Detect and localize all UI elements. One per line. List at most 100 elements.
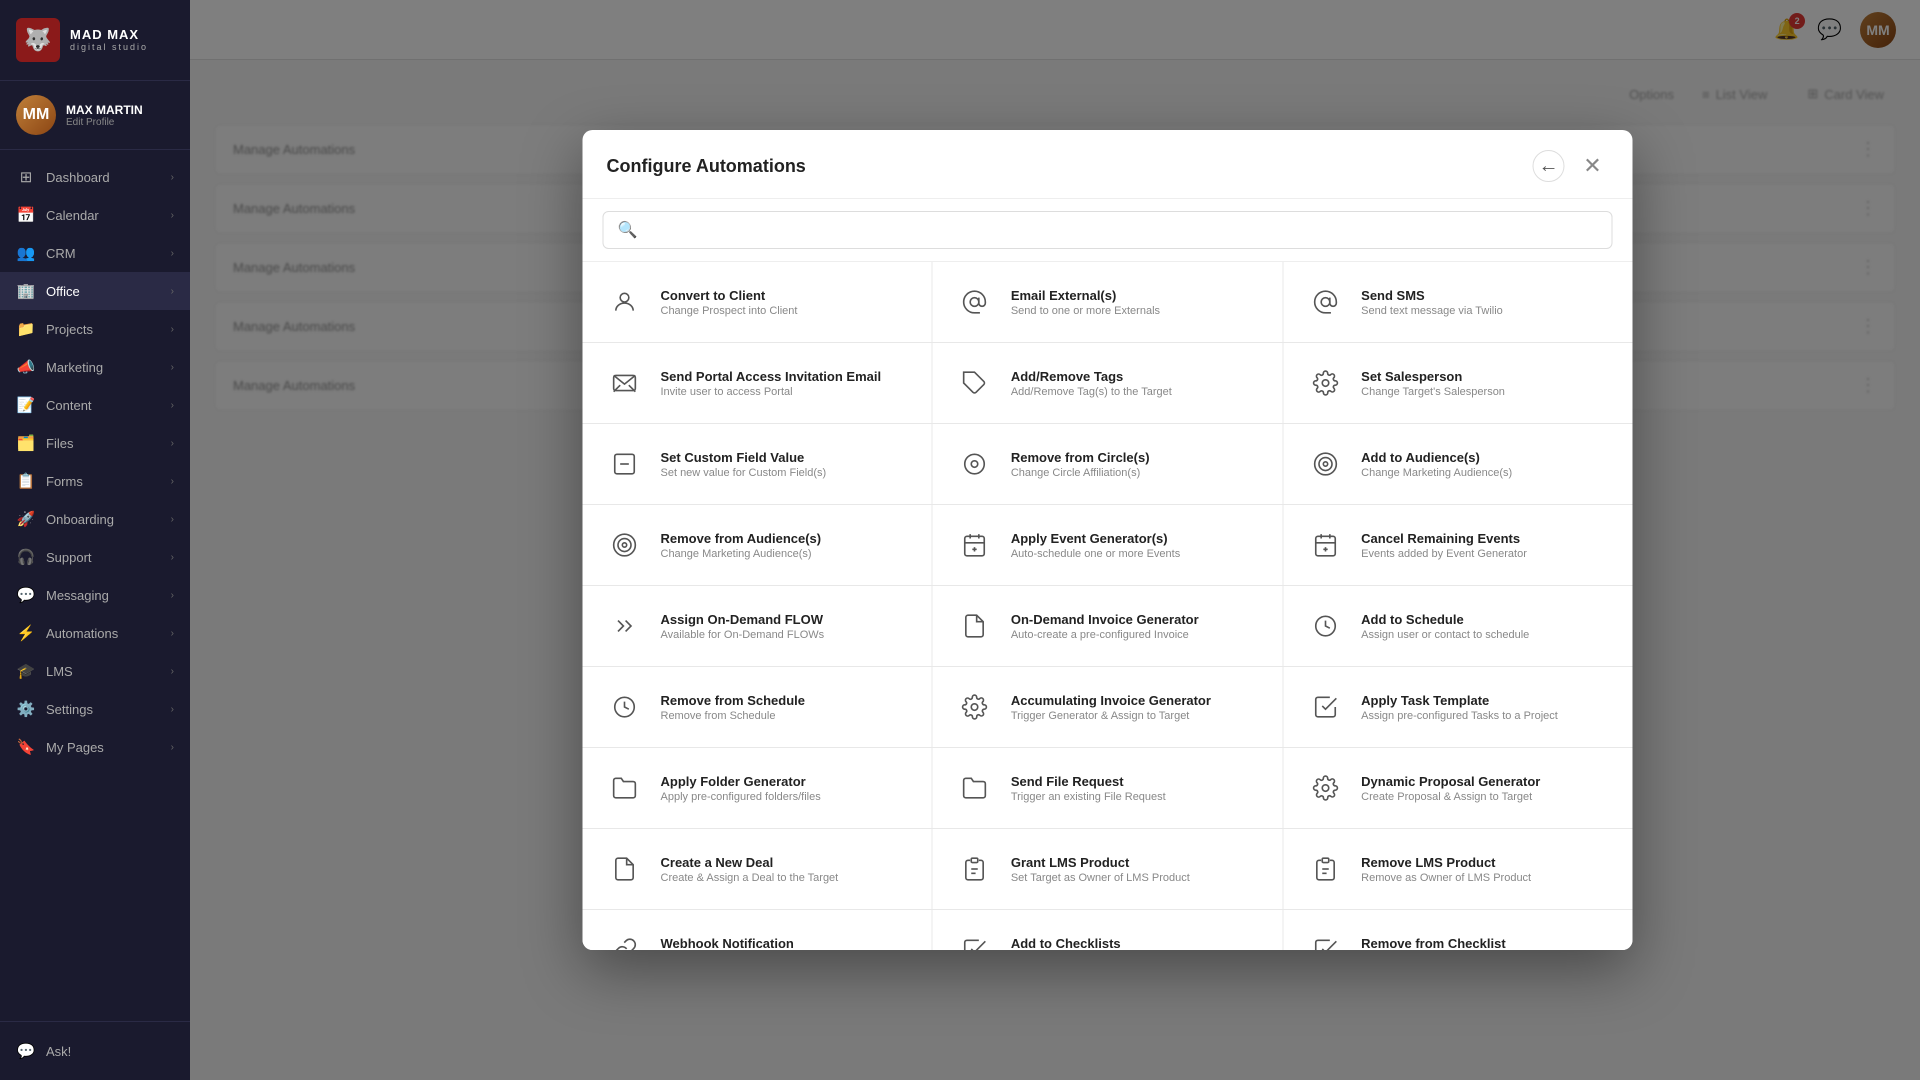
- sidebar-item-crm[interactable]: 👥 CRM ›: [0, 234, 190, 272]
- messaging-icon: 💬: [16, 586, 36, 604]
- sidebar-item-office[interactable]: 🏢 Office ›: [0, 272, 190, 310]
- sidebar-item-lms[interactable]: 🎓 LMS ›: [0, 652, 190, 690]
- content-icon: 📝: [16, 396, 36, 414]
- sidebar-item-support[interactable]: 🎧 Support ›: [0, 538, 190, 576]
- send-file-request-title: Send File Request: [1011, 774, 1166, 789]
- remove-from-circle-text: Remove from Circle(s) Change Circle Affi…: [1011, 450, 1150, 479]
- automation-option-accumulating-invoice-generator[interactable]: Accumulating Invoice Generator Trigger G…: [933, 667, 1282, 747]
- main-content: 🔔 2 💬 MM Options ≡ List View ⊞ Card View…: [190, 0, 1920, 1080]
- add-to-checklists-text: Add to Checklists Assign Target to Check…: [1011, 936, 1137, 951]
- sidebar-ask[interactable]: 💬 Ask!: [16, 1034, 174, 1068]
- user-info: MAX MARTIN Edit Profile: [66, 103, 143, 128]
- automation-option-remove-from-schedule[interactable]: Remove from Schedule Remove from Schedul…: [583, 667, 932, 747]
- sidebar-nav: ⊞ Dashboard › 📅 Calendar › 👥 CRM › 🏢 Off…: [0, 150, 190, 1021]
- sidebar-label-automations: Automations: [46, 626, 118, 641]
- sidebar-item-automations[interactable]: ⚡ Automations ›: [0, 614, 190, 652]
- crm-icon: 👥: [16, 244, 36, 262]
- sidebar-item-calendar[interactable]: 📅 Calendar ›: [0, 196, 190, 234]
- automation-option-add-to-checklists[interactable]: Add to Checklists Assign Target to Check…: [933, 910, 1282, 950]
- close-button[interactable]: ✕: [1577, 150, 1609, 182]
- send-sms-text: Send SMS Send text message via Twilio: [1361, 288, 1503, 317]
- modal-overlay: Configure Automations ← ✕ 🔍 Convert to C…: [190, 0, 1920, 1080]
- apply-folder-generator-desc: Apply pre-configured folders/files: [661, 791, 821, 803]
- remove-from-circle-desc: Change Circle Affiliation(s): [1011, 467, 1150, 479]
- automation-option-set-salesperson[interactable]: Set Salesperson Change Target's Salesper…: [1283, 343, 1632, 423]
- remove-from-checklist-text: Remove from Checklist Remove Target from…: [1361, 936, 1508, 951]
- remove-lms-product-icon: [1303, 847, 1347, 891]
- user-name: MAX MARTIN: [66, 103, 143, 117]
- assign-on-demand-flow-text: Assign On-Demand FLOW Available for On-D…: [661, 612, 825, 641]
- back-button[interactable]: ←: [1533, 150, 1565, 182]
- accumulating-invoice-generator-text: Accumulating Invoice Generator Trigger G…: [1011, 693, 1211, 722]
- automation-option-add-remove-tags[interactable]: Add/Remove Tags Add/Remove Tag(s) to the…: [933, 343, 1282, 423]
- sidebar-item-dashboard[interactable]: ⊞ Dashboard ›: [0, 158, 190, 196]
- send-sms-icon: [1303, 280, 1347, 324]
- create-new-deal-icon: [603, 847, 647, 891]
- automation-option-assign-on-demand-flow[interactable]: Assign On-Demand FLOW Available for On-D…: [583, 586, 932, 666]
- set-salesperson-text: Set Salesperson Change Target's Salesper…: [1361, 369, 1505, 398]
- ask-icon: 💬: [16, 1042, 36, 1060]
- add-remove-tags-title: Add/Remove Tags: [1011, 369, 1172, 384]
- add-to-audiences-desc: Change Marketing Audience(s): [1361, 467, 1512, 479]
- chevron-calendar-icon: ›: [171, 210, 174, 221]
- cancel-remaining-events-title: Cancel Remaining Events: [1361, 531, 1527, 546]
- apply-folder-generator-title: Apply Folder Generator: [661, 774, 821, 789]
- automation-option-remove-lms-product[interactable]: Remove LMS Product Remove as Owner of LM…: [1283, 829, 1632, 909]
- chevron-projects-icon: ›: [171, 324, 174, 335]
- sidebar-item-settings[interactable]: ⚙️ Settings ›: [0, 690, 190, 728]
- automation-option-remove-from-circle[interactable]: Remove from Circle(s) Change Circle Affi…: [933, 424, 1282, 504]
- dynamic-proposal-generator-desc: Create Proposal & Assign to Target: [1361, 791, 1540, 803]
- remove-from-checklist-icon: [1303, 928, 1347, 950]
- chevron-lms-icon: ›: [171, 666, 174, 677]
- automation-option-apply-event-generator[interactable]: Apply Event Generator(s) Auto-schedule o…: [933, 505, 1282, 585]
- sidebar-label-support: Support: [46, 550, 92, 565]
- chevron-messaging-icon: ›: [171, 590, 174, 601]
- remove-from-checklist-title: Remove from Checklist: [1361, 936, 1508, 951]
- automation-option-send-file-request[interactable]: Send File Request Trigger an existing Fi…: [933, 748, 1282, 828]
- sidebar-item-mypages[interactable]: 🔖 My Pages ›: [0, 728, 190, 766]
- search-wrap: 🔍: [603, 211, 1613, 249]
- set-custom-field-text: Set Custom Field Value Set new value for…: [661, 450, 827, 479]
- edit-profile-link[interactable]: Edit Profile: [66, 117, 143, 128]
- automation-option-send-portal-access[interactable]: Send Portal Access Invitation Email Invi…: [583, 343, 932, 423]
- create-new-deal-desc: Create & Assign a Deal to the Target: [661, 872, 839, 884]
- remove-from-audiences-desc: Change Marketing Audience(s): [661, 548, 822, 560]
- automation-option-apply-task-template[interactable]: Apply Task Template Assign pre-configure…: [1283, 667, 1632, 747]
- chevron-dashboard-icon: ›: [171, 172, 174, 183]
- automation-option-remove-from-audiences[interactable]: Remove from Audience(s) Change Marketing…: [583, 505, 932, 585]
- automation-option-dynamic-proposal-generator[interactable]: Dynamic Proposal Generator Create Propos…: [1283, 748, 1632, 828]
- automation-option-set-custom-field[interactable]: Set Custom Field Value Set new value for…: [583, 424, 932, 504]
- sidebar-item-projects[interactable]: 📁 Projects ›: [0, 310, 190, 348]
- automation-option-webhook-notification[interactable]: Webhook Notification Fire a webhook to y…: [583, 910, 932, 950]
- set-salesperson-desc: Change Target's Salesperson: [1361, 386, 1505, 398]
- create-new-deal-title: Create a New Deal: [661, 855, 839, 870]
- automations-icon: ⚡: [16, 624, 36, 642]
- logo-text: MAD MAX digital studio: [70, 27, 148, 53]
- automation-option-apply-folder-generator[interactable]: Apply Folder Generator Apply pre-configu…: [583, 748, 932, 828]
- automation-option-on-demand-invoice-generator[interactable]: On-Demand Invoice Generator Auto-create …: [933, 586, 1282, 666]
- remove-from-schedule-icon: [603, 685, 647, 729]
- sidebar-item-messaging[interactable]: 💬 Messaging ›: [0, 576, 190, 614]
- automation-option-grant-lms-product[interactable]: Grant LMS Product Set Target as Owner of…: [933, 829, 1282, 909]
- automation-option-convert-to-client[interactable]: Convert to Client Change Prospect into C…: [583, 262, 932, 342]
- sidebar-item-onboarding[interactable]: 🚀 Onboarding ›: [0, 500, 190, 538]
- set-salesperson-icon: [1303, 361, 1347, 405]
- sidebar-item-content[interactable]: 📝 Content ›: [0, 386, 190, 424]
- remove-from-circle-title: Remove from Circle(s): [1011, 450, 1150, 465]
- send-sms-title: Send SMS: [1361, 288, 1503, 303]
- sidebar-item-marketing[interactable]: 📣 Marketing ›: [0, 348, 190, 386]
- automation-option-add-to-audiences[interactable]: Add to Audience(s) Change Marketing Audi…: [1283, 424, 1632, 504]
- sidebar-item-forms[interactable]: 📋 Forms ›: [0, 462, 190, 500]
- grant-lms-product-icon: [953, 847, 997, 891]
- automation-option-send-sms[interactable]: Send SMS Send text message via Twilio: [1283, 262, 1632, 342]
- automation-option-email-externals[interactable]: Email External(s) Send to one or more Ex…: [933, 262, 1282, 342]
- search-input[interactable]: [647, 222, 1597, 238]
- automation-option-remove-from-checklist[interactable]: Remove from Checklist Remove Target from…: [1283, 910, 1632, 950]
- sidebar-user[interactable]: MM MAX MARTIN Edit Profile: [0, 81, 190, 150]
- sidebar-label-projects: Projects: [46, 322, 93, 337]
- automation-option-add-to-schedule[interactable]: Add to Schedule Assign user or contact t…: [1283, 586, 1632, 666]
- apply-task-template-desc: Assign pre-configured Tasks to a Project: [1361, 710, 1558, 722]
- automation-option-cancel-remaining-events[interactable]: Cancel Remaining Events Events added by …: [1283, 505, 1632, 585]
- automation-option-create-new-deal[interactable]: Create a New Deal Create & Assign a Deal…: [583, 829, 932, 909]
- sidebar-item-files[interactable]: 🗂️ Files ›: [0, 424, 190, 462]
